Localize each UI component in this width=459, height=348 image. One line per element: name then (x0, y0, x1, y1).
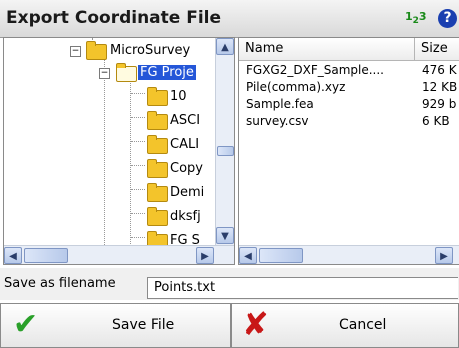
tree-horizontal-scrollbar[interactable]: ◀ ▶ (4, 245, 234, 264)
collapse-icon[interactable]: − (70, 46, 81, 57)
column-header-size[interactable]: Size (415, 38, 459, 60)
file-row[interactable]: Sample.fea 929 b (239, 96, 459, 113)
tree-item-microsurvey[interactable]: − MicroSurvey (4, 40, 214, 62)
folder-icon (147, 111, 168, 130)
scroll-right-icon[interactable]: ▶ (196, 247, 214, 264)
tree-item-label: Copy (170, 161, 203, 176)
checkmark-icon: ✔ (13, 307, 39, 342)
scroll-left-icon[interactable]: ◀ (4, 247, 22, 264)
tree-item-cali[interactable]: CALI (4, 134, 214, 156)
scroll-up-icon[interactable]: ▲ (216, 38, 234, 55)
folder-icon (147, 87, 168, 106)
tree-item-label: FG Proje (138, 65, 196, 80)
tree-item-label: Demi (170, 185, 205, 200)
file-name: survey.csv (246, 114, 309, 128)
file-row[interactable]: survey.csv 6 KB (239, 113, 459, 130)
save-file-button[interactable]: ✔ Save File (0, 303, 231, 348)
folder-icon (147, 159, 168, 178)
tree-vertical-scrollbar[interactable]: ▲ ▼ (215, 38, 234, 245)
save-file-label: Save File (112, 317, 175, 333)
input-mode-indicator[interactable]: 123 (405, 10, 427, 26)
file-size: 6 KB (422, 114, 450, 128)
file-list-header: Name Size (239, 38, 459, 61)
file-list[interactable]: Name Size FGXG2_DXF_Sample.... 476 K Pil… (238, 37, 459, 265)
column-header-name[interactable]: Name (239, 38, 415, 60)
help-icon[interactable]: ? (438, 9, 457, 28)
file-row[interactable]: Pile(comma).xyz 12 KB (239, 79, 459, 96)
folder-icon (147, 135, 168, 154)
folder-icon (147, 183, 168, 202)
tree-item-label: dksfj (170, 209, 201, 224)
tree-item-copy[interactable]: Copy (4, 158, 214, 180)
tree-item-label: CALI (170, 137, 200, 152)
folder-icon (86, 41, 107, 60)
file-name: Pile(comma).xyz (246, 80, 346, 94)
input-mode-main: 1 (405, 10, 413, 23)
file-size: 476 K (422, 63, 457, 77)
save-as-label: Save as filename (4, 276, 116, 291)
open-folder-icon (116, 63, 137, 82)
file-size: 12 KB (422, 80, 458, 94)
window-title: Export Coordinate File (6, 8, 222, 28)
file-list-horizontal-scrollbar[interactable]: ◀ ▶ (239, 245, 459, 264)
input-mode-sub2: 3 (418, 10, 427, 23)
tree-item-dksfj[interactable]: dksfj (4, 206, 214, 228)
scroll-down-icon[interactable]: ▼ (216, 227, 234, 244)
title-bar: Export Coordinate File 123 ? (0, 0, 459, 38)
cancel-x-icon: ✘ (242, 305, 269, 343)
tree-item-fg-projects[interactable]: − FG Proje (4, 62, 214, 84)
scroll-right-icon[interactable]: ▶ (435, 247, 453, 264)
folder-tree[interactable]: − MicroSurvey − FG Proje 10 ASCI CALI Co… (3, 37, 235, 265)
folder-icon (147, 207, 168, 226)
scroll-thumb[interactable] (217, 146, 234, 156)
scroll-thumb[interactable] (24, 248, 68, 263)
cancel-label: Cancel (339, 317, 387, 333)
tree-item-asci[interactable]: ASCI (4, 110, 214, 132)
tree-item-10[interactable]: 10 (4, 86, 214, 108)
tree-item-label: ASCI (170, 113, 201, 128)
scroll-thumb[interactable] (259, 248, 303, 263)
file-name: Sample.fea (246, 97, 314, 111)
tree-item-demi[interactable]: Demi (4, 182, 214, 204)
filename-input[interactable]: Points.txt (147, 277, 458, 299)
file-name: FGXG2_DXF_Sample.... (246, 63, 384, 77)
tree-item-label: MicroSurvey (110, 43, 191, 58)
file-size: 929 b (422, 97, 457, 111)
tree-item-label: 10 (170, 89, 187, 104)
collapse-icon[interactable]: − (99, 68, 110, 79)
cancel-button[interactable]: ✘ Cancel (231, 303, 459, 348)
scroll-left-icon[interactable]: ◀ (239, 247, 257, 264)
file-row[interactable]: FGXG2_DXF_Sample.... 476 K (239, 62, 459, 79)
